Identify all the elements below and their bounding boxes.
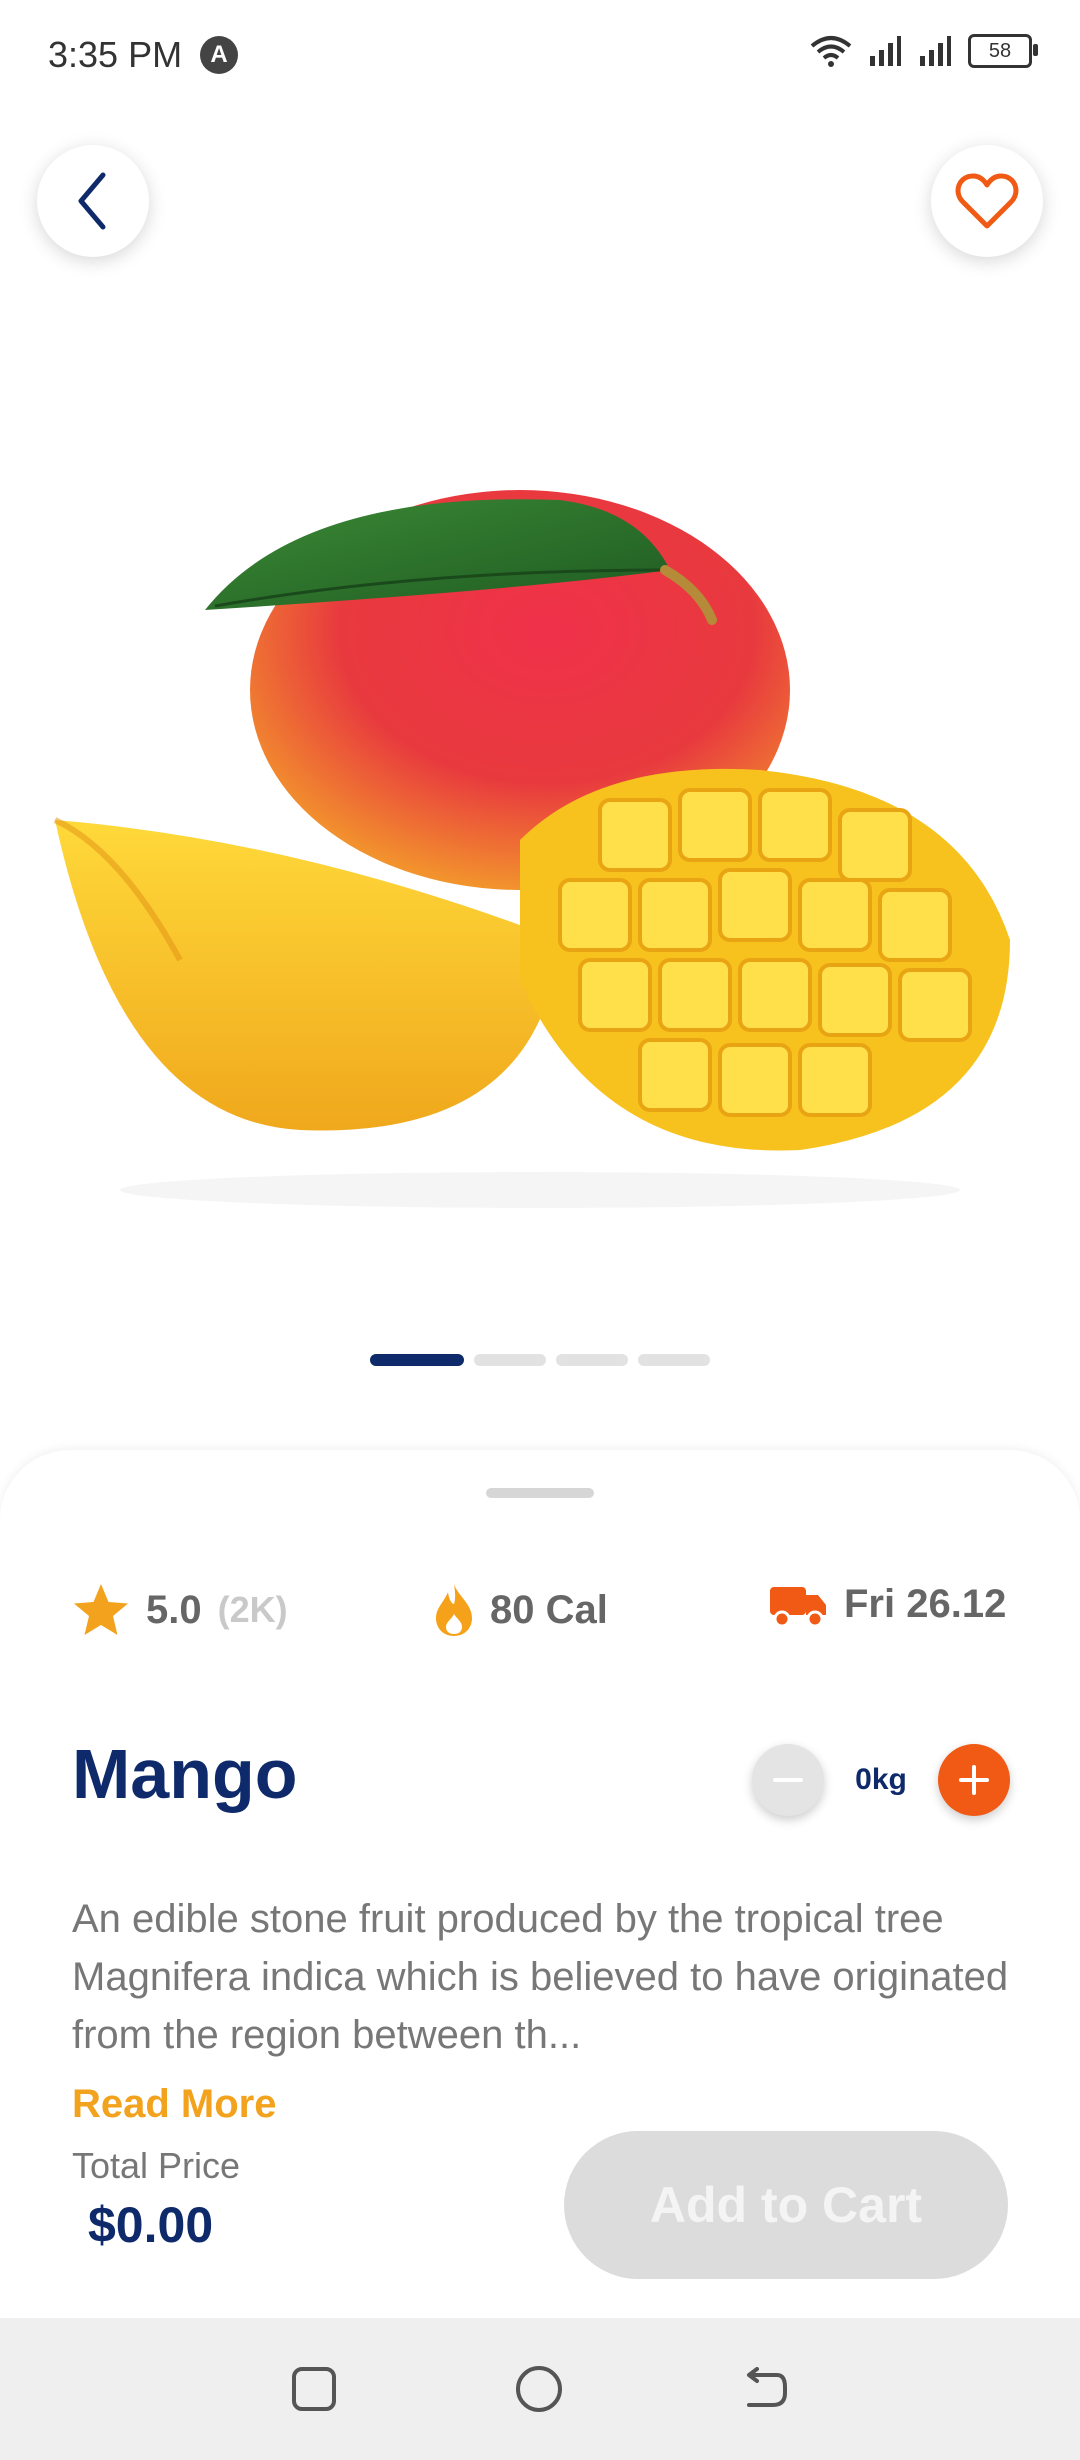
recent-apps-icon[interactable] bbox=[291, 2366, 337, 2412]
star-icon bbox=[74, 1584, 128, 1635]
increase-quantity-button[interactable] bbox=[938, 1744, 1010, 1816]
review-count: (2K) bbox=[217, 1589, 288, 1630]
sheet-drag-handle[interactable] bbox=[486, 1488, 594, 1498]
signal-icon bbox=[870, 36, 901, 66]
heart-outline-icon bbox=[955, 173, 1019, 229]
carousel-indicator bbox=[0, 1354, 1080, 1366]
product-title: Mango bbox=[72, 1735, 298, 1813]
delivery-stat: Fri 26.12 bbox=[768, 1582, 1006, 1627]
quantity-value: 0kg bbox=[855, 1763, 907, 1796]
system-navigation-bar bbox=[0, 2318, 1080, 2460]
back-nav-icon[interactable] bbox=[741, 2367, 789, 2411]
rating-value: 5.0 bbox=[146, 1587, 202, 1632]
signal-icon-2 bbox=[920, 36, 951, 66]
decrease-quantity-button[interactable] bbox=[752, 1744, 824, 1816]
add-to-cart-button[interactable]: Add to Cart bbox=[564, 2131, 1008, 2279]
favorite-button[interactable] bbox=[931, 145, 1043, 257]
calories-value: 80 Cal bbox=[490, 1587, 608, 1632]
product-image bbox=[53, 490, 1010, 1208]
status-time: 3:35 PM bbox=[48, 34, 183, 75]
product-stats: 5.0 (2K) 80 Cal Fri 26.12 bbox=[72, 1582, 1008, 1642]
carousel-dot[interactable] bbox=[474, 1354, 546, 1366]
battery-icon: 58 bbox=[968, 34, 1038, 68]
chevron-left-icon bbox=[78, 172, 106, 230]
rating-stat: 5.0 (2K) bbox=[72, 1582, 288, 1638]
home-icon[interactable] bbox=[515, 2365, 563, 2413]
plus-icon bbox=[959, 1765, 989, 1795]
carousel-dot[interactable] bbox=[556, 1354, 628, 1366]
total-price-label: Total Price bbox=[72, 2145, 241, 2186]
flame-icon bbox=[436, 1584, 472, 1636]
delivery-date: Fri 26.12 bbox=[844, 1582, 1007, 1626]
total-price-value: $0.00 bbox=[88, 2197, 214, 2253]
carousel-dot-active[interactable] bbox=[370, 1354, 464, 1366]
back-button[interactable] bbox=[37, 145, 149, 257]
read-more-link[interactable]: Read More bbox=[72, 2082, 277, 2127]
wifi-icon bbox=[810, 36, 852, 67]
product-details-sheet: 5.0 (2K) 80 Cal Fri 26.12 Mango 0kg An e… bbox=[0, 1450, 1080, 2460]
calories-stat: 80 Cal bbox=[434, 1582, 608, 1638]
minus-icon bbox=[773, 1778, 803, 1782]
status-icons: 58 bbox=[810, 34, 1038, 68]
carousel-dot[interactable] bbox=[638, 1354, 710, 1366]
status-notification-badge: A bbox=[200, 36, 238, 74]
quantity-stepper: 0kg bbox=[752, 1744, 1010, 1816]
status-bar: 3:35 PM A 58 bbox=[0, 0, 1080, 110]
product-description: An edible stone fruit produced by the tr… bbox=[72, 1897, 1009, 2057]
truck-icon bbox=[770, 1586, 826, 1627]
